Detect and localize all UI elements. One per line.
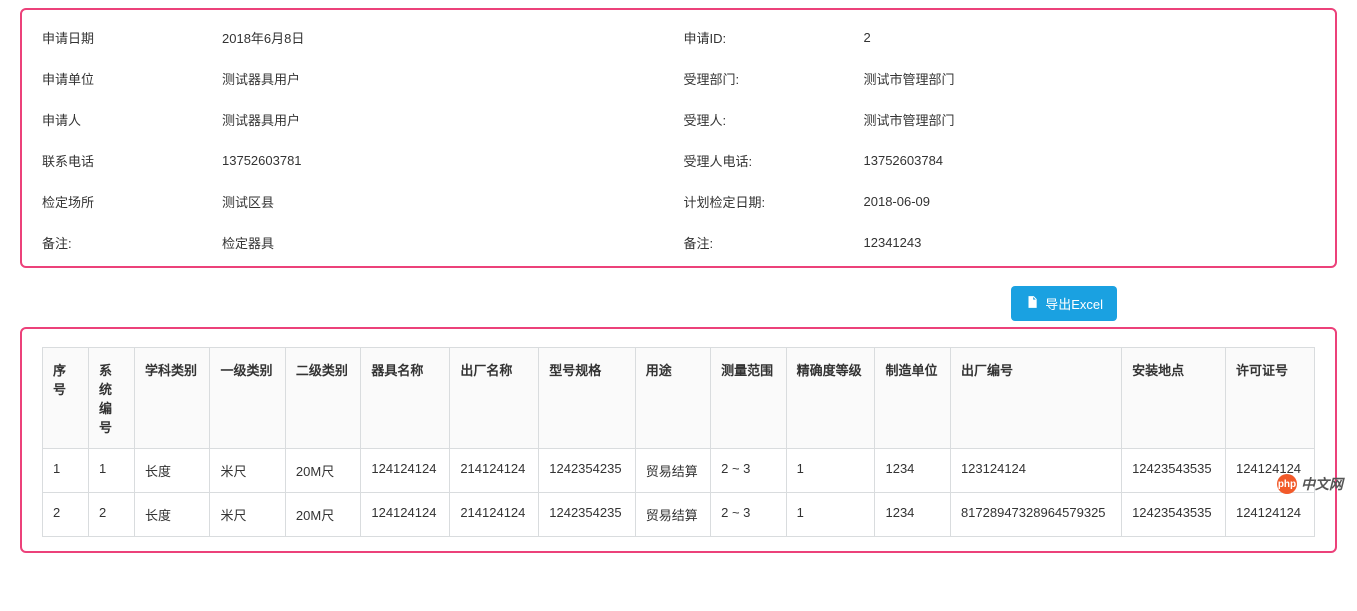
cell: 贸易结算 [635, 449, 710, 493]
cell: 12423543535 [1122, 493, 1226, 537]
cell: 1234 [875, 449, 950, 493]
info-label: 检定场所 [42, 192, 212, 211]
info-label: 联系电话 [42, 151, 212, 170]
col-header: 测量范围 [711, 348, 786, 449]
col-header: 许可证号 [1225, 348, 1314, 449]
table-body: 1 1 长度 米尺 20M尺 124124124 214124124 12423… [43, 449, 1315, 537]
info-value: 测试区县 [222, 192, 674, 211]
cell: 1242354235 [539, 493, 635, 537]
data-table: 序号 系统编号 学科类别 一级类别 二级类别 器具名称 出厂名称 型号规格 用途… [42, 347, 1315, 537]
col-header: 出厂编号 [950, 348, 1121, 449]
info-label: 备注: [684, 233, 854, 252]
info-label: 申请ID: [684, 28, 854, 47]
cell: 米尺 [210, 449, 285, 493]
cell: 124124124 [1225, 493, 1314, 537]
cell: 81728947328964579325 [950, 493, 1121, 537]
cell: 214124124 [450, 493, 539, 537]
cell: 1 [43, 449, 89, 493]
col-header: 序号 [43, 348, 89, 449]
info-label: 申请人 [42, 110, 212, 129]
info-value: 12341243 [864, 235, 1316, 250]
info-value: 测试市管理部门 [864, 69, 1316, 88]
info-value: 2018年6月8日 [222, 28, 674, 47]
info-label: 申请日期 [42, 28, 212, 47]
table-row: 1 1 长度 米尺 20M尺 124124124 214124124 12423… [43, 449, 1315, 493]
col-header: 制造单位 [875, 348, 950, 449]
info-value: 13752603781 [222, 153, 674, 168]
info-label: 计划检定日期: [684, 192, 854, 211]
table-row: 2 2 长度 米尺 20M尺 124124124 214124124 12423… [43, 493, 1315, 537]
info-label: 受理人电话: [684, 151, 854, 170]
col-header: 安装地点 [1122, 348, 1226, 449]
cell: 1242354235 [539, 449, 635, 493]
info-value: 测试市管理部门 [864, 110, 1316, 129]
cell: 长度 [135, 493, 210, 537]
info-value: 2018-06-09 [864, 194, 1316, 209]
table-panel: 序号 系统编号 学科类别 一级类别 二级类别 器具名称 出厂名称 型号规格 用途… [20, 327, 1337, 553]
cell: 124124124 [361, 493, 450, 537]
col-header: 器具名称 [361, 348, 450, 449]
col-header: 学科类别 [135, 348, 210, 449]
table-head: 序号 系统编号 学科类别 一级类别 二级类别 器具名称 出厂名称 型号规格 用途… [43, 348, 1315, 449]
table-header-row: 序号 系统编号 学科类别 一级类别 二级类别 器具名称 出厂名称 型号规格 用途… [43, 348, 1315, 449]
info-value: 13752603784 [864, 153, 1316, 168]
col-header: 系统编号 [89, 348, 135, 449]
info-panel: 申请日期 2018年6月8日 申请ID: 2 申请单位 测试器具用户 受理部门:… [20, 8, 1337, 268]
info-value: 测试器具用户 [222, 69, 674, 88]
info-value: 2 [864, 30, 1316, 45]
col-header: 型号规格 [539, 348, 635, 449]
info-label: 备注: [42, 233, 212, 252]
cell: 2 [89, 493, 135, 537]
cell: 124124124 [1225, 449, 1314, 493]
info-value: 测试器具用户 [222, 110, 674, 129]
file-excel-icon [1025, 295, 1039, 312]
col-header: 精确度等级 [786, 348, 875, 449]
cell: 贸易结算 [635, 493, 710, 537]
cell: 1 [786, 449, 875, 493]
cell: 20M尺 [285, 449, 360, 493]
cell: 1 [89, 449, 135, 493]
cell: 米尺 [210, 493, 285, 537]
info-label: 受理部门: [684, 69, 854, 88]
info-value: 检定器具 [222, 233, 674, 252]
cell: 1 [786, 493, 875, 537]
cell: 长度 [135, 449, 210, 493]
col-header: 出厂名称 [450, 348, 539, 449]
info-label: 受理人: [684, 110, 854, 129]
cell: 214124124 [450, 449, 539, 493]
cell: 2 ~ 3 [711, 449, 786, 493]
col-header: 用途 [635, 348, 710, 449]
export-excel-label: 导出Excel [1045, 294, 1103, 313]
cell: 20M尺 [285, 493, 360, 537]
col-header: 一级类别 [210, 348, 285, 449]
export-excel-button[interactable]: 导出Excel [1011, 286, 1117, 321]
cell: 2 ~ 3 [711, 493, 786, 537]
toolbar: 导出Excel [20, 286, 1337, 321]
cell: 1234 [875, 493, 950, 537]
info-grid: 申请日期 2018年6月8日 申请ID: 2 申请单位 测试器具用户 受理部门:… [42, 28, 1315, 252]
cell: 12423543535 [1122, 449, 1226, 493]
table-scroll[interactable]: 序号 系统编号 学科类别 一级类别 二级类别 器具名称 出厂名称 型号规格 用途… [42, 347, 1315, 537]
info-label: 申请单位 [42, 69, 212, 88]
cell: 123124124 [950, 449, 1121, 493]
cell: 2 [43, 493, 89, 537]
cell: 124124124 [361, 449, 450, 493]
col-header: 二级类别 [285, 348, 360, 449]
